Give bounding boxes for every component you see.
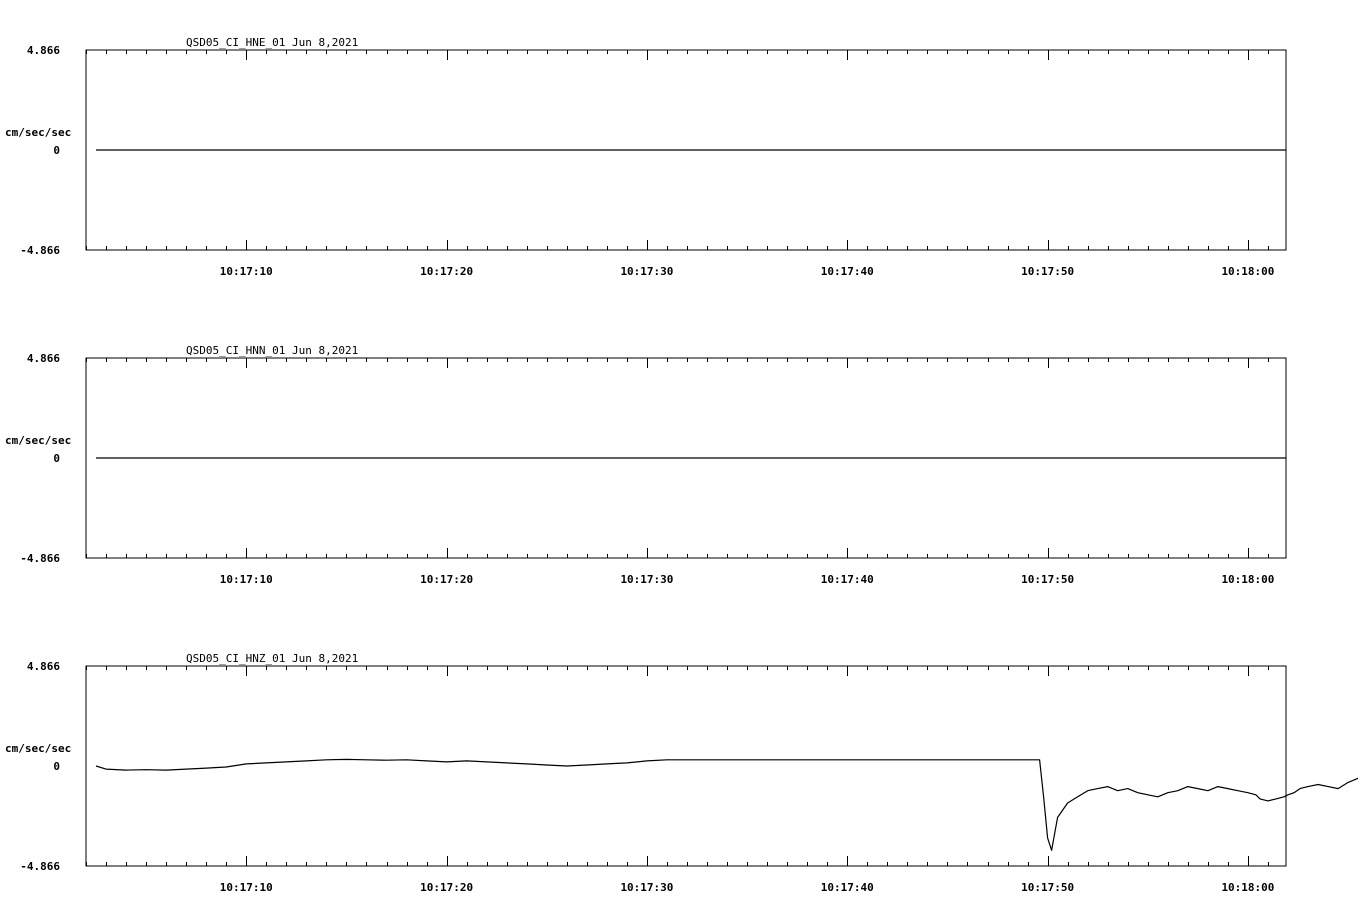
y-tick-label: 0 [53, 452, 60, 465]
panel-title: QSD05_CI_HNZ_01 Jun 8,2021 [186, 652, 358, 665]
panel-2: QSD05_CI_HNN_01 Jun 8,2021 cm/sec/sec 4.86… [5, 344, 1287, 586]
x-tick-label: 10:18:00 [1221, 573, 1274, 586]
y-tick-label: 4.866 [27, 660, 60, 673]
x-tick-label: 10:17:30 [620, 881, 673, 894]
y-axis-label: cm/sec/sec [5, 126, 71, 139]
y-tick-label: -4.866 [20, 860, 60, 873]
panel-1: QSD05_CI_HNE_01 Jun 8,2021 cm/sec/sec 4.86… [5, 36, 1287, 278]
x-tick-label: 10:18:00 [1221, 881, 1274, 894]
x-tick-label: 10:17:50 [1021, 265, 1074, 278]
y-tick-label: -4.866 [20, 552, 60, 565]
y-tick-label: 0 [53, 144, 60, 157]
x-tick-label: 10:18:00 [1221, 265, 1274, 278]
x-tick-label: 10:17:40 [821, 881, 874, 894]
x-tick-label: 10:17:50 [1021, 881, 1074, 894]
plot-frame [85, 665, 1287, 867]
seismogram-figure: QSD05_CI_HNE_01 Jun 8,2021 cm/sec/sec 4.86… [5, 36, 1358, 894]
x-tick-label: 10:17:20 [420, 881, 473, 894]
x-tick-label: 10:17:50 [1021, 573, 1074, 586]
panel-title: QSD05_CI_HNE_01 Jun 8,2021 [186, 36, 358, 49]
y-axis-label: cm/sec/sec [5, 434, 71, 447]
x-tick-label: 10:17:40 [821, 573, 874, 586]
x-tick-label: 10:17:20 [420, 573, 473, 586]
x-tick-label: 10:17:30 [620, 573, 673, 586]
x-tick-label: 10:17:40 [821, 265, 874, 278]
x-tick-label: 10:17:10 [220, 573, 273, 586]
x-tick-label: 10:17:30 [620, 265, 673, 278]
x-tick-label: 10:17:10 [220, 265, 273, 278]
panel-title: QSD05_CI_HNN_01 Jun 8,2021 [186, 344, 358, 357]
y-tick-label: 0 [53, 760, 60, 773]
y-axis-label: cm/sec/sec [5, 742, 71, 755]
y-tick-label: 4.866 [27, 352, 60, 365]
x-tick-label: 10:17:10 [220, 881, 273, 894]
x-tick-label: 10:17:20 [420, 265, 473, 278]
y-tick-label: 4.866 [27, 44, 60, 57]
y-tick-label: -4.866 [20, 244, 60, 257]
panel-3: QSD05_CI_HNZ_01 Jun 8,2021 cm/sec/sec 4.86… [5, 652, 1358, 894]
waveform-trace [95, 758, 1358, 851]
